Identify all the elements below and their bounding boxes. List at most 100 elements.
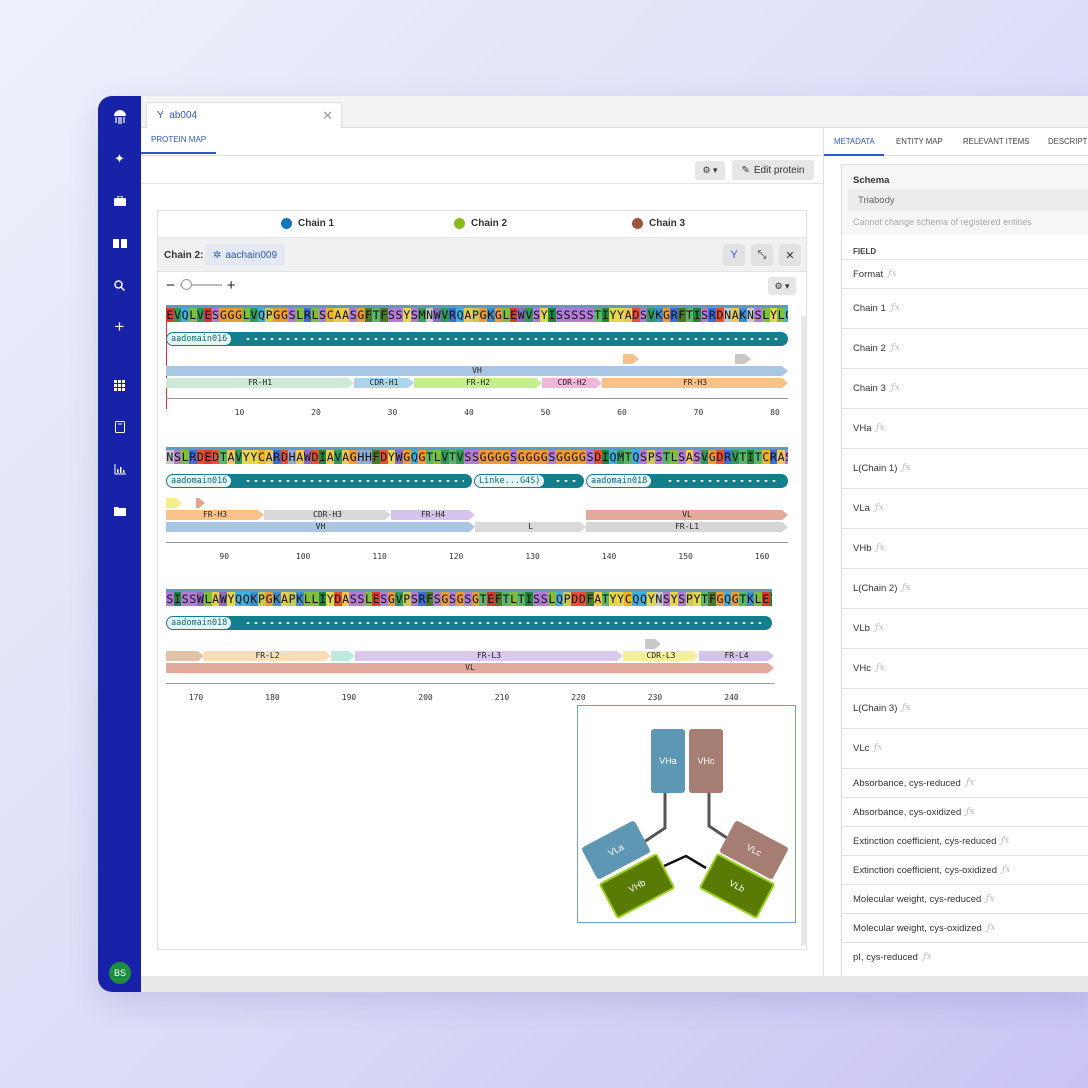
metadata-field-row[interactable]: Absorbance, cys-oxidized ƒx	[842, 797, 1088, 826]
zoom-out-button[interactable]: −	[166, 277, 175, 294]
residue[interactable]: G	[441, 592, 449, 606]
residue[interactable]: I	[525, 592, 533, 606]
feature-marker[interactable]	[645, 639, 661, 649]
residue[interactable]: S	[288, 308, 296, 322]
residue[interactable]: F	[379, 308, 388, 322]
diagram-box-vhc[interactable]: VHc	[689, 729, 723, 793]
residue[interactable]: G	[502, 450, 510, 464]
residue[interactable]: V	[441, 308, 449, 322]
residue[interactable]: I	[769, 592, 772, 606]
residue[interactable]: L	[754, 592, 762, 606]
residue[interactable]: L	[777, 308, 785, 322]
feature-linker[interactable]: L	[475, 522, 586, 532]
residue[interactable]: R	[448, 308, 457, 322]
residue[interactable]: G	[494, 308, 503, 322]
feature-fr-l2[interactable]: FR-L2	[204, 651, 331, 661]
residue[interactable]: S	[173, 450, 182, 464]
metadata-field-row[interactable]: Extinction coefficient, cys-reduced ƒx	[842, 826, 1088, 855]
residue[interactable]: Q	[784, 308, 788, 322]
residue[interactable]: V	[441, 450, 449, 464]
residue[interactable]: S	[188, 592, 197, 606]
residue[interactable]: T	[219, 450, 228, 464]
residue[interactable]: L	[502, 308, 510, 322]
feature-fr-h2[interactable]: FR-H2	[414, 378, 542, 388]
zoom-in-button[interactable]: +	[227, 277, 236, 294]
metadata-field-row[interactable]: L(Chain 2) ƒx	[842, 568, 1088, 608]
residue[interactable]: R	[723, 450, 732, 464]
feature-marker[interactable]	[196, 498, 205, 508]
residue[interactable]: I	[318, 592, 327, 606]
residue[interactable]: S	[349, 308, 358, 322]
residue[interactable]: P	[647, 450, 655, 464]
residue[interactable]: Y	[227, 592, 235, 606]
residue[interactable]: G	[578, 450, 587, 464]
residue[interactable]: L	[670, 450, 678, 464]
residue[interactable]: A	[334, 308, 342, 322]
close-chain-button[interactable]: ✕	[779, 244, 801, 266]
residue[interactable]: S	[532, 308, 541, 322]
domain-bar[interactable]: aadomain018	[166, 616, 772, 630]
residue[interactable]: P	[288, 592, 296, 606]
residue[interactable]: V	[700, 450, 709, 464]
residue[interactable]: D	[632, 308, 640, 322]
domain-bar[interactable]: Linke...G4S)	[474, 474, 584, 488]
residue[interactable]: S	[639, 450, 648, 464]
residue[interactable]: L	[761, 308, 770, 322]
feature-vl[interactable]: VL	[166, 663, 774, 673]
residue[interactable]: T	[448, 450, 457, 464]
residue[interactable]: T	[479, 592, 487, 606]
feature-fr-l3[interactable]: FR-L3	[355, 651, 623, 661]
residue[interactable]: N	[723, 308, 732, 322]
feature-cdr-h1[interactable]: CDR-H1	[354, 378, 414, 388]
residue[interactable]: E	[509, 308, 518, 322]
residue[interactable]: K	[739, 308, 747, 322]
residue[interactable]: S	[211, 308, 220, 322]
residue[interactable]: Q	[632, 592, 640, 606]
tab-metadata[interactable]: METADATA	[834, 137, 875, 146]
legend-chain-2[interactable]: Chain 2	[454, 218, 507, 229]
residue[interactable]: F	[372, 450, 380, 464]
residue[interactable]: R	[418, 592, 426, 606]
residue[interactable]: Y	[609, 592, 617, 606]
residue[interactable]: S	[181, 592, 189, 606]
residue[interactable]: A	[731, 308, 740, 322]
residue[interactable]: I	[746, 450, 755, 464]
residue[interactable]: Q	[242, 592, 251, 606]
residue[interactable]: C	[624, 592, 633, 606]
residue[interactable]: A	[341, 592, 350, 606]
metadata-field-row[interactable]: Format ƒx	[842, 259, 1088, 288]
residue[interactable]: G	[456, 592, 464, 606]
residue[interactable]: W	[303, 450, 312, 464]
residue[interactable]: R	[188, 450, 197, 464]
feature-cdr-h3[interactable]: CDR-H3	[264, 510, 391, 520]
horizontal-scrollbar[interactable]	[141, 976, 1088, 992]
residue[interactable]: T	[739, 592, 747, 606]
residue[interactable]: I	[318, 450, 327, 464]
residue[interactable]: S	[586, 308, 594, 322]
metadata-field-row[interactable]: Molecular weight, cys-oxidized ƒx	[842, 913, 1088, 942]
residue[interactable]: D	[211, 450, 220, 464]
residue[interactable]: R	[670, 308, 678, 322]
residue[interactable]: D	[570, 592, 579, 606]
residue[interactable]: S	[448, 592, 457, 606]
residue[interactable]: L	[433, 450, 442, 464]
residue[interactable]: E	[204, 308, 212, 322]
residue[interactable]: G	[479, 450, 487, 464]
view-settings-button[interactable]: ⚙ ▾	[768, 277, 796, 295]
residue[interactable]: L	[181, 450, 189, 464]
residue[interactable]: G	[219, 308, 228, 322]
residue[interactable]: W	[395, 450, 403, 464]
feature-cdr-h2[interactable]: CDR-H2	[542, 378, 602, 388]
residue[interactable]: G	[708, 450, 717, 464]
residue[interactable]: L	[303, 592, 312, 606]
residue[interactable]: L	[548, 592, 556, 606]
residue[interactable]: I	[601, 308, 610, 322]
residue[interactable]: Y	[387, 450, 396, 464]
residue[interactable]: Q	[257, 308, 266, 322]
residue[interactable]: W	[517, 308, 526, 322]
residue[interactable]: G	[357, 308, 365, 322]
residue[interactable]: Y	[693, 592, 701, 606]
residue[interactable]: S	[387, 308, 396, 322]
residue[interactable]: Y	[326, 592, 335, 606]
metadata-field-row[interactable]: Chain 3 ƒx	[842, 368, 1088, 408]
